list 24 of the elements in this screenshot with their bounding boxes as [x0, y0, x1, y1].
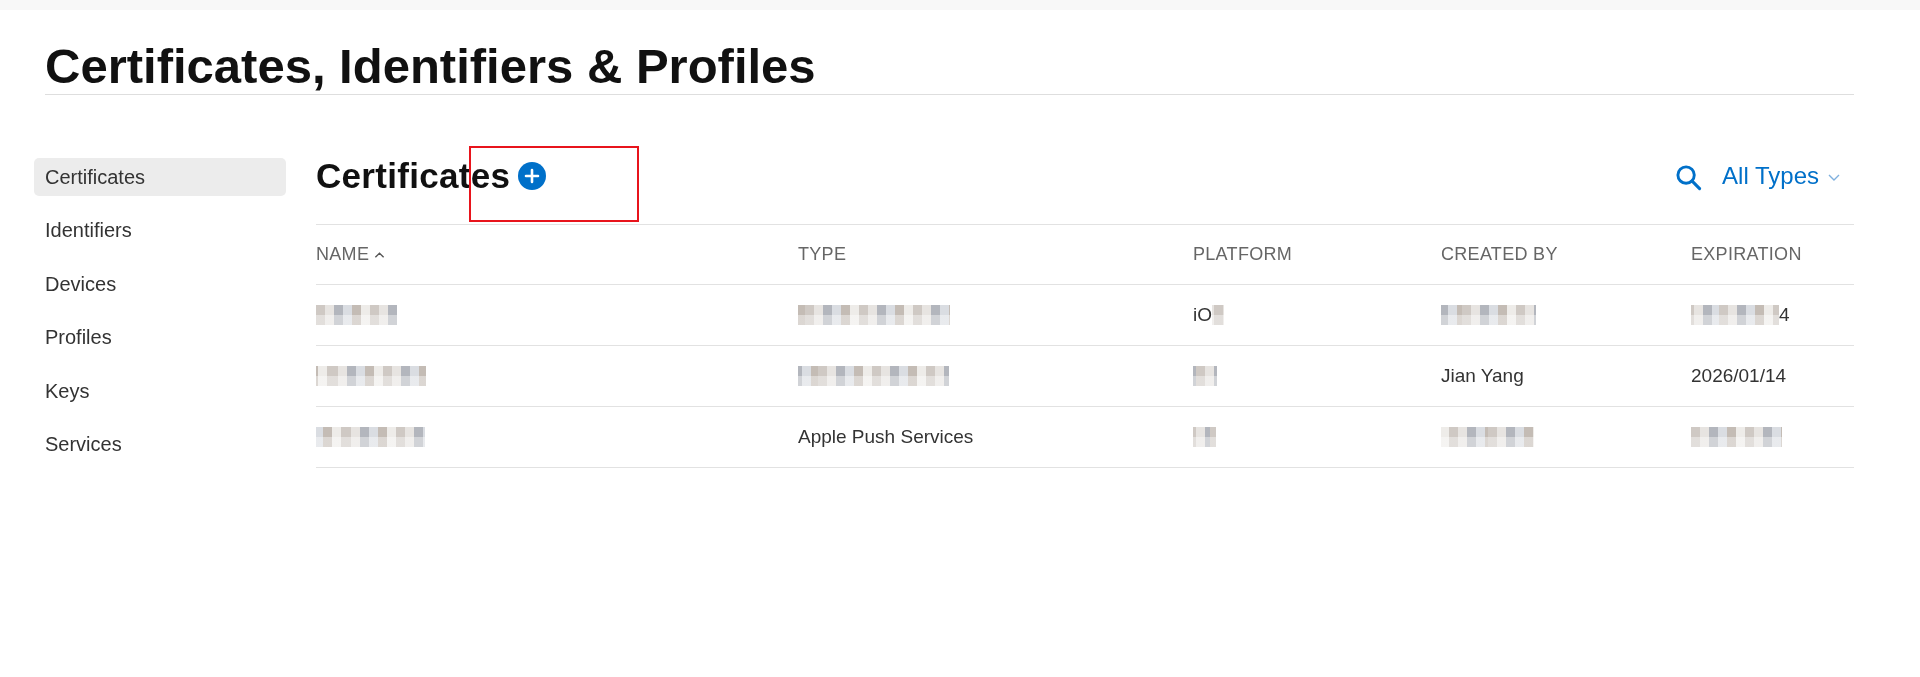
column-header[interactable]: CREATED BY — [1441, 244, 1558, 265]
search-icon[interactable] — [1675, 164, 1703, 191]
sidebar-item[interactable]: Keys — [34, 372, 286, 410]
pixelated-block — [1193, 427, 1216, 447]
column-header[interactable]: TYPE — [798, 244, 847, 265]
column-header[interactable]: EXPIRATION — [1691, 244, 1802, 265]
sidebar-item[interactable]: Devices — [34, 265, 286, 303]
cell-text: Jian Yang — [1441, 365, 1524, 387]
cell-text: 2026/01/14 — [1691, 365, 1787, 387]
column-header[interactable]: PLATFORM — [1193, 244, 1293, 265]
sidebar-item[interactable]: Identifiers — [34, 211, 286, 250]
plus-icon[interactable] — [518, 162, 547, 190]
sidebar-item[interactable]: Profiles — [34, 318, 286, 357]
cell-text: Apple Push Services — [798, 426, 974, 448]
caret-icon — [1828, 174, 1840, 181]
sidebar-item[interactable]: Services — [34, 425, 286, 464]
cell-text: iO — [1193, 304, 1212, 326]
pixelated-block — [1193, 366, 1217, 386]
pixelated-block — [1212, 305, 1224, 325]
sidebar-item[interactable]: Certificates — [34, 158, 286, 196]
page-title: Certificates, Identifiers & Profiles — [45, 42, 1854, 95]
cell-text: 4 — [1779, 304, 1790, 326]
type-filter-dropdown[interactable]: All Types — [1722, 162, 1840, 190]
column-header[interactable]: NAME — [316, 244, 386, 265]
